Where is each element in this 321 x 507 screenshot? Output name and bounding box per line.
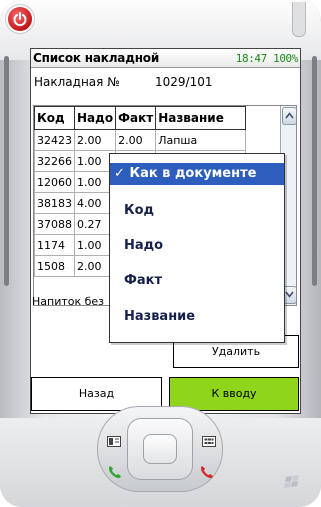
cell-code: 32423 [34, 129, 75, 151]
cell-code: 12060 [34, 171, 75, 193]
power-icon [13, 12, 27, 27]
invoice-number: 1029/101 [155, 75, 213, 89]
cell-code: 32266 [34, 150, 75, 172]
cell-code: 1508 [34, 255, 75, 277]
side-grip-right [312, 56, 317, 286]
windows-logo-icon [284, 475, 299, 488]
dpad-center-button[interactable] [143, 434, 177, 464]
cell-need: 2.00 [73, 129, 117, 151]
menu-item-fact[interactable]: Факт [110, 270, 284, 292]
window-title: Список накладной [33, 51, 160, 65]
power-button[interactable] [8, 7, 32, 31]
cell-fact: 2.00 [115, 129, 157, 151]
item-description: Напиток без [32, 295, 105, 308]
side-grip-left [4, 56, 9, 286]
softkey-right-icon[interactable] [202, 436, 216, 447]
menu-item-code[interactable]: Код [110, 200, 284, 222]
sort-context-menu: ✓ Как в документе Код Надо Факт Название [109, 153, 285, 343]
screen: Список накладной 18:47 100% Накладная № … [30, 48, 301, 414]
cell-name: Лапша [155, 129, 247, 151]
table-header-row: Код Надо Факт Название [34, 106, 247, 130]
menu-item-label: Код [124, 203, 155, 218]
menu-item-label: Как в документе [129, 166, 257, 181]
chevron-down-icon [285, 291, 294, 298]
scroll-up-button[interactable] [282, 107, 296, 125]
cell-code: 1174 [34, 234, 75, 256]
cell-code: 37088 [34, 213, 75, 235]
call-end-icon[interactable] [199, 464, 215, 480]
status-clock-battery: 18:47 100% [235, 52, 299, 65]
column-header-need[interactable]: Надо [73, 106, 117, 130]
menu-item-label: Название [124, 309, 196, 324]
invoice-label: Накладная № [34, 75, 120, 89]
menu-item-need[interactable]: Надо [110, 235, 284, 257]
softkey-left-icon[interactable] [107, 436, 121, 447]
menu-item-name[interactable]: Название [110, 306, 284, 328]
menu-item-as-in-document[interactable]: ✓ Как в документе [110, 163, 284, 185]
call-answer-icon[interactable] [107, 464, 123, 480]
stylus-slot [292, 2, 306, 37]
menu-item-label: Надо [124, 238, 164, 253]
column-header-fact[interactable]: Факт [115, 106, 157, 130]
column-header-code[interactable]: Код [34, 106, 75, 130]
chevron-up-icon [285, 112, 294, 119]
column-header-name[interactable]: Название [155, 106, 247, 130]
check-icon: ✓ [114, 166, 125, 181]
device-frame: Список накладной 18:47 100% Накладная № … [0, 0, 321, 507]
cell-code: 38183 [34, 192, 75, 214]
table-row[interactable]: 32423 2.00 2.00 Лапша [34, 129, 247, 151]
menu-item-label: Факт [124, 273, 163, 288]
invoice-line: Накладная № 1029/101 [34, 75, 213, 89]
title-bar: Список накладной 18:47 100% [31, 49, 300, 68]
